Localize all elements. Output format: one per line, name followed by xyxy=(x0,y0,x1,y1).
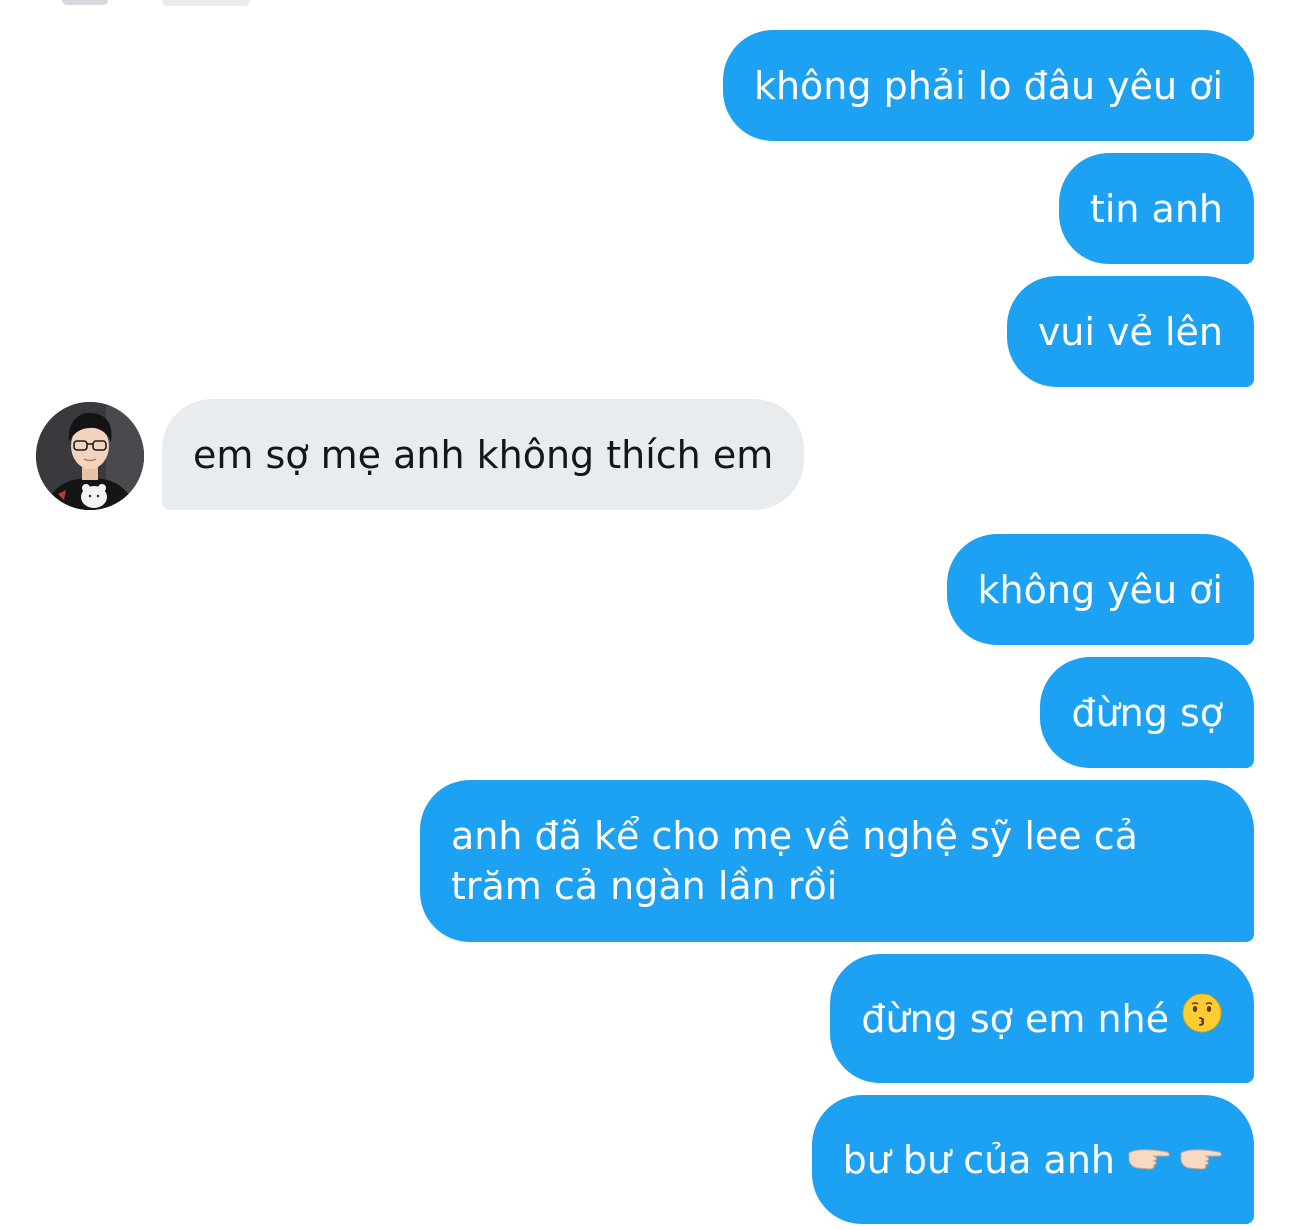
message-bubble-outgoing[interactable]: tin anh xyxy=(1058,153,1254,264)
pointing-hand-icon xyxy=(1179,1135,1223,1185)
previous-message-fragment xyxy=(162,0,250,6)
message-text: anh đã kể cho mẹ về nghệ sỹ lee cả trăm … xyxy=(451,814,1138,908)
message-text: đừng sợ em nhé xyxy=(861,996,1169,1041)
pointing-hand-icon xyxy=(1127,1135,1171,1185)
message-bubble-outgoing[interactable]: không yêu ơi xyxy=(946,534,1254,645)
contact-avatar[interactable] xyxy=(36,402,144,510)
message-bubble-outgoing[interactable]: đừng sợ em nhé xyxy=(830,954,1254,1083)
message-text: bư bư của anh xyxy=(842,1137,1115,1182)
message-bubble-outgoing[interactable]: không phải lo đâu yêu ơi xyxy=(722,30,1254,141)
previous-avatar-fragment xyxy=(62,0,108,5)
message-text: tin anh xyxy=(1089,186,1223,231)
conversation: không phải lo đâu yêu ơi tin anh vui vẻ … xyxy=(0,0,1290,1230)
avatar-photo-icon xyxy=(36,402,144,510)
message-text: em sợ mẹ anh không thích em xyxy=(193,432,774,477)
message-text: không phải lo đâu yêu ơi xyxy=(753,63,1223,108)
message-text: đừng sợ xyxy=(1071,690,1223,735)
message-bubble-incoming[interactable]: em sợ mẹ anh không thích em xyxy=(162,399,805,510)
message-bubble-outgoing[interactable]: đừng sợ xyxy=(1040,657,1254,768)
message-text: không yêu ơi xyxy=(977,567,1223,612)
message-bubble-outgoing[interactable]: bư bư của anh xyxy=(811,1095,1254,1224)
kissing-face-icon xyxy=(1181,992,1223,1046)
message-bubble-outgoing[interactable]: anh đã kể cho mẹ về nghệ sỹ lee cả trăm … xyxy=(420,780,1254,942)
message-bubble-outgoing[interactable]: vui vẻ lên xyxy=(1006,276,1254,387)
message-text: vui vẻ lên xyxy=(1037,309,1223,354)
